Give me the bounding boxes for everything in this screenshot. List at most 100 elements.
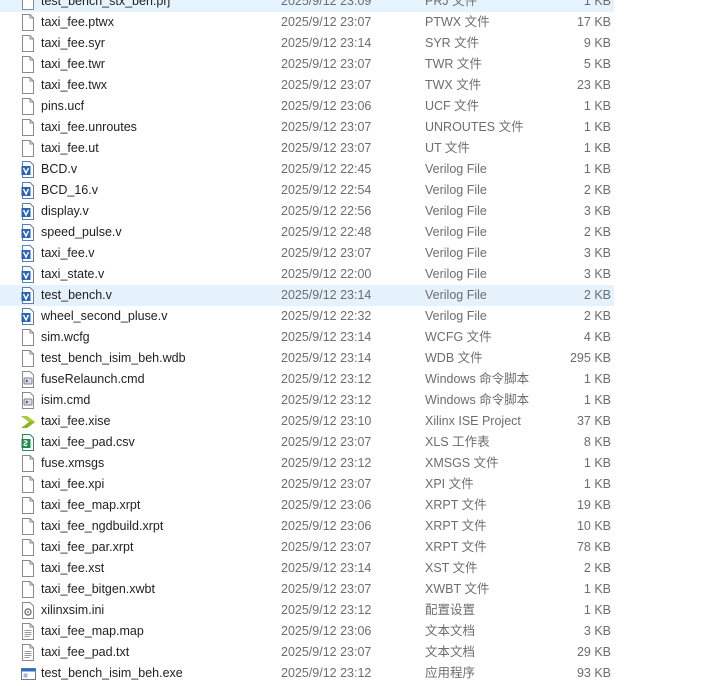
file-size: 1 KB (583, 456, 611, 470)
file-size: 1 KB (583, 477, 611, 491)
file-row[interactable]: isim.cmd 2025/9/12 23:12 Windows 命令脚本 1 … (0, 390, 614, 411)
file-name: wheel_second_pluse.v (41, 309, 168, 323)
file-name: taxi_fee_pad.csv (41, 435, 135, 449)
generic-file-icon (21, 455, 35, 472)
file-size: 17 KB (576, 15, 611, 29)
file-row[interactable]: fuseRelaunch.cmd 2025/9/12 23:12 Windows… (0, 369, 614, 390)
file-date-modified: 2025/9/12 23:12 (281, 393, 372, 407)
file-row[interactable]: test_bench_stx_beh.prj 2025/9/12 23:09 P… (0, 0, 614, 12)
file-size: 1 KB (583, 393, 611, 407)
file-row[interactable]: taxi_fee.ut 2025/9/12 23:07 UT 文件 1 KB (0, 138, 614, 159)
file-row[interactable]: taxi_fee.ptwx 2025/9/12 23:07 PTWX 文件 17… (0, 12, 614, 33)
file-row[interactable]: taxi_fee_par.xrpt 2025/9/12 23:07 XRPT 文… (0, 537, 614, 558)
file-type: XWBT 文件 (425, 582, 490, 596)
file-type: WDB 文件 (425, 351, 483, 365)
file-date-modified: 2025/9/12 23:06 (281, 519, 372, 533)
file-type: PTWX 文件 (425, 15, 490, 29)
file-size: 2 KB (583, 561, 611, 575)
file-row[interactable]: taxi_fee_bitgen.xwbt 2025/9/12 23:07 XWB… (0, 579, 614, 600)
file-name: taxi_fee.ut (41, 141, 99, 155)
file-row[interactable]: xilinxsim.ini 2025/9/12 23:12 配置设置 1 KB (0, 600, 614, 621)
file-date-modified: 2025/9/12 23:12 (281, 603, 372, 617)
file-row[interactable]: taxi_fee.xst 2025/9/12 23:14 XST 文件 2 KB (0, 558, 614, 579)
generic-file-icon (21, 35, 35, 52)
file-date-modified: 2025/9/12 23:06 (281, 498, 372, 512)
generic-file-icon (21, 350, 35, 367)
file-date-modified: 2025/9/12 22:00 (281, 267, 372, 281)
file-row[interactable]: BCD_16.v 2025/9/12 22:54 Verilog File 2 … (0, 180, 614, 201)
file-row[interactable]: taxi_state.v 2025/9/12 22:00 Verilog Fil… (0, 264, 614, 285)
generic-file-icon (21, 329, 35, 346)
generic-file-icon (21, 0, 35, 10)
file-name: speed_pulse.v (41, 225, 122, 239)
file-row[interactable]: taxi_fee.xpi 2025/9/12 23:07 XPI 文件 1 KB (0, 474, 614, 495)
file-row[interactable]: taxi_fee_pad.csv 2025/9/12 23:07 XLS 工作表… (0, 432, 614, 453)
file-row[interactable]: taxi_fee_ngdbuild.xrpt 2025/9/12 23:06 X… (0, 516, 614, 537)
file-row[interactable]: BCD.v 2025/9/12 22:45 Verilog File 1 KB (0, 159, 614, 180)
file-date-modified: 2025/9/12 23:07 (281, 477, 372, 491)
generic-file-icon (21, 119, 35, 136)
file-row[interactable]: taxi_fee.syr 2025/9/12 23:14 SYR 文件 9 KB (0, 33, 614, 54)
file-row[interactable]: test_bench_isim_beh.wdb 2025/9/12 23:14 … (0, 348, 614, 369)
file-row[interactable]: speed_pulse.v 2025/9/12 22:48 Verilog Fi… (0, 222, 614, 243)
file-date-modified: 2025/9/12 23:06 (281, 624, 372, 638)
file-date-modified: 2025/9/12 22:45 (281, 162, 372, 176)
file-row[interactable]: taxi_fee.v 2025/9/12 23:07 Verilog File … (0, 243, 614, 264)
file-date-modified: 2025/9/12 23:12 (281, 666, 372, 680)
file-name: taxi_fee.xst (41, 561, 105, 575)
generic-file-icon (21, 518, 35, 535)
file-type: UCF 文件 (425, 99, 480, 113)
file-size: 4 KB (583, 330, 611, 344)
file-row[interactable]: taxi_fee_map.xrpt 2025/9/12 23:06 XRPT 文… (0, 495, 614, 516)
file-type: XRPT 文件 (425, 498, 487, 512)
file-row[interactable]: taxi_fee.unroutes 2025/9/12 23:07 UNROUT… (0, 117, 614, 138)
file-name: test_bench.v (41, 288, 112, 302)
file-row[interactable]: test_bench.v 2025/9/12 23:14 Verilog Fil… (0, 285, 614, 306)
file-size: 295 KB (569, 351, 611, 365)
file-row[interactable]: taxi_fee.xise 2025/9/12 23:10 Xilinx ISE… (0, 411, 614, 432)
generic-file-icon (21, 497, 35, 514)
file-type: PRJ 文件 (425, 0, 478, 8)
file-name: test_bench_stx_beh.prj (41, 0, 171, 8)
verilog-file-icon (21, 203, 35, 220)
file-size: 1 KB (583, 162, 611, 176)
file-date-modified: 2025/9/12 23:07 (281, 645, 372, 659)
file-row[interactable]: test_bench_isim_beh.exe 2025/9/12 23:12 … (0, 663, 614, 684)
file-row[interactable]: fuse.xmsgs 2025/9/12 23:12 XMSGS 文件 1 KB (0, 453, 614, 474)
verilog-file-icon (21, 308, 35, 325)
file-type: XLS 工作表 (425, 435, 490, 449)
application-icon (21, 665, 36, 682)
file-list: test_bench_stx_beh.prj 2025/9/12 23:09 P… (0, 0, 726, 684)
file-size: 1 KB (583, 582, 611, 596)
file-size: 10 KB (576, 519, 611, 533)
file-date-modified: 2025/9/12 23:14 (281, 36, 372, 50)
generic-file-icon (21, 476, 35, 493)
file-row[interactable]: taxi_fee_map.map 2025/9/12 23:06 文本文档 3 … (0, 621, 614, 642)
cmd-script-icon (21, 392, 35, 409)
text-document-icon (21, 623, 35, 640)
file-row[interactable]: sim.wcfg 2025/9/12 23:14 WCFG 文件 4 KB (0, 327, 614, 348)
file-type: UNROUTES 文件 (425, 120, 524, 134)
file-name: BCD_16.v (41, 183, 98, 197)
file-type: XRPT 文件 (425, 519, 487, 533)
file-size: 1 KB (583, 0, 611, 8)
file-row[interactable]: taxi_fee_pad.txt 2025/9/12 23:07 文本文档 29… (0, 642, 614, 663)
file-date-modified: 2025/9/12 23:14 (281, 330, 372, 344)
generic-file-icon (21, 581, 35, 598)
file-row[interactable]: pins.ucf 2025/9/12 23:06 UCF 文件 1 KB (0, 96, 614, 117)
file-name: fuse.xmsgs (41, 456, 105, 470)
file-row[interactable]: wheel_second_pluse.v 2025/9/12 22:32 Ver… (0, 306, 614, 327)
file-date-modified: 2025/9/12 23:07 (281, 78, 372, 92)
file-row[interactable]: display.v 2025/9/12 22:56 Verilog File 3… (0, 201, 614, 222)
file-date-modified: 2025/9/12 23:09 (281, 0, 372, 8)
file-date-modified: 2025/9/12 23:07 (281, 57, 372, 71)
file-row[interactable]: taxi_fee.twx 2025/9/12 23:07 TWX 文件 23 K… (0, 75, 614, 96)
generic-file-icon (21, 140, 35, 157)
file-date-modified: 2025/9/12 23:07 (281, 120, 372, 134)
xilinx-project-icon (21, 413, 35, 430)
file-name: test_bench_isim_beh.wdb (41, 351, 186, 365)
generic-file-icon (21, 14, 35, 31)
generic-file-icon (21, 560, 35, 577)
file-size: 3 KB (583, 267, 611, 281)
file-row[interactable]: taxi_fee.twr 2025/9/12 23:07 TWR 文件 5 KB (0, 54, 614, 75)
